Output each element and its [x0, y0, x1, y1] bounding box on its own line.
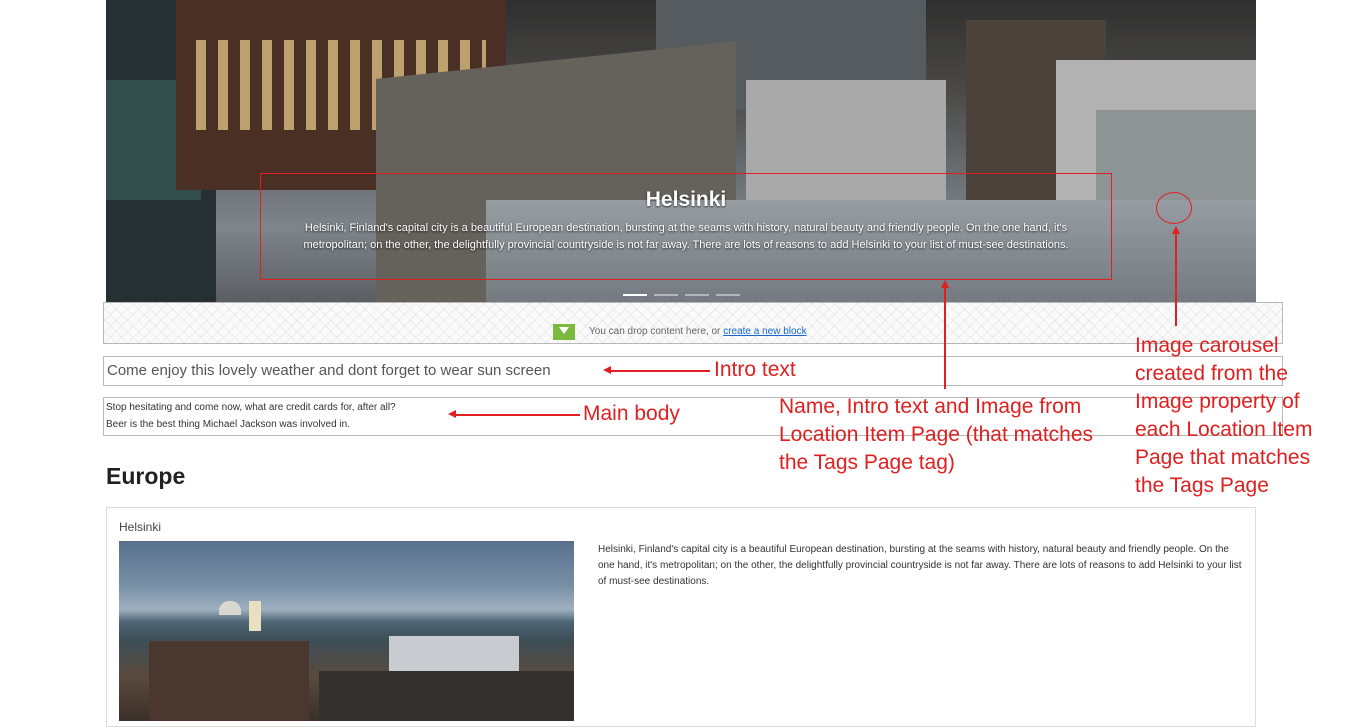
card-image [119, 541, 574, 721]
annotation-arrow [944, 287, 946, 389]
carousel-dot[interactable] [623, 294, 647, 296]
section-heading: Europe [106, 463, 186, 489]
annotation-arrow [1175, 233, 1177, 326]
card-image-tower [249, 601, 261, 631]
annotation-arrow [455, 414, 580, 416]
create-new-block-link[interactable]: create a new block [723, 326, 806, 337]
annotation-circle [1156, 192, 1192, 224]
carousel-dot[interactable] [716, 294, 740, 296]
hero-caption: Helsinki Helsinki, Finland's capital cit… [260, 173, 1112, 280]
hero-intro-text: Helsinki, Finland's capital city is a be… [303, 222, 1069, 251]
intro-text: Come enjoy this lovely weather and dont … [107, 362, 551, 379]
annotation-location-item: Name, Intro text and Image from Location… [779, 395, 1094, 474]
annotation-arrow [610, 370, 710, 372]
content-drop-zone[interactable]: You can drop content here, or create a n… [103, 302, 1283, 344]
annotation-image-carousel: Image carousel created from the Image pr… [1135, 334, 1313, 497]
hero-title: Helsinki [645, 188, 727, 211]
annotation-intro-text: Intro text [714, 358, 796, 381]
main-body-line: Beer is the best thing Michael Jackson w… [106, 419, 351, 430]
annotation-main-body: Main body [583, 402, 680, 425]
card-image-building [389, 636, 519, 676]
download-arrow-icon [553, 324, 575, 340]
card-image-building [149, 641, 309, 721]
carousel-indicators [623, 294, 740, 297]
drop-zone-label: You can drop content here, or [589, 326, 721, 337]
drop-zone-text: You can drop content here, or create a n… [589, 326, 807, 337]
card-image-dome [219, 601, 241, 615]
card-title: Helsinki [119, 520, 162, 534]
card-intro-text: Helsinki, Finland's capital city is a be… [598, 544, 1242, 587]
carousel-dot[interactable] [685, 294, 709, 296]
location-card[interactable]: Helsinki Helsinki, Finland's capital cit… [106, 507, 1256, 727]
main-body-line: Stop hesitating and come now, what are c… [106, 402, 396, 413]
carousel-dot[interactable] [654, 294, 678, 296]
